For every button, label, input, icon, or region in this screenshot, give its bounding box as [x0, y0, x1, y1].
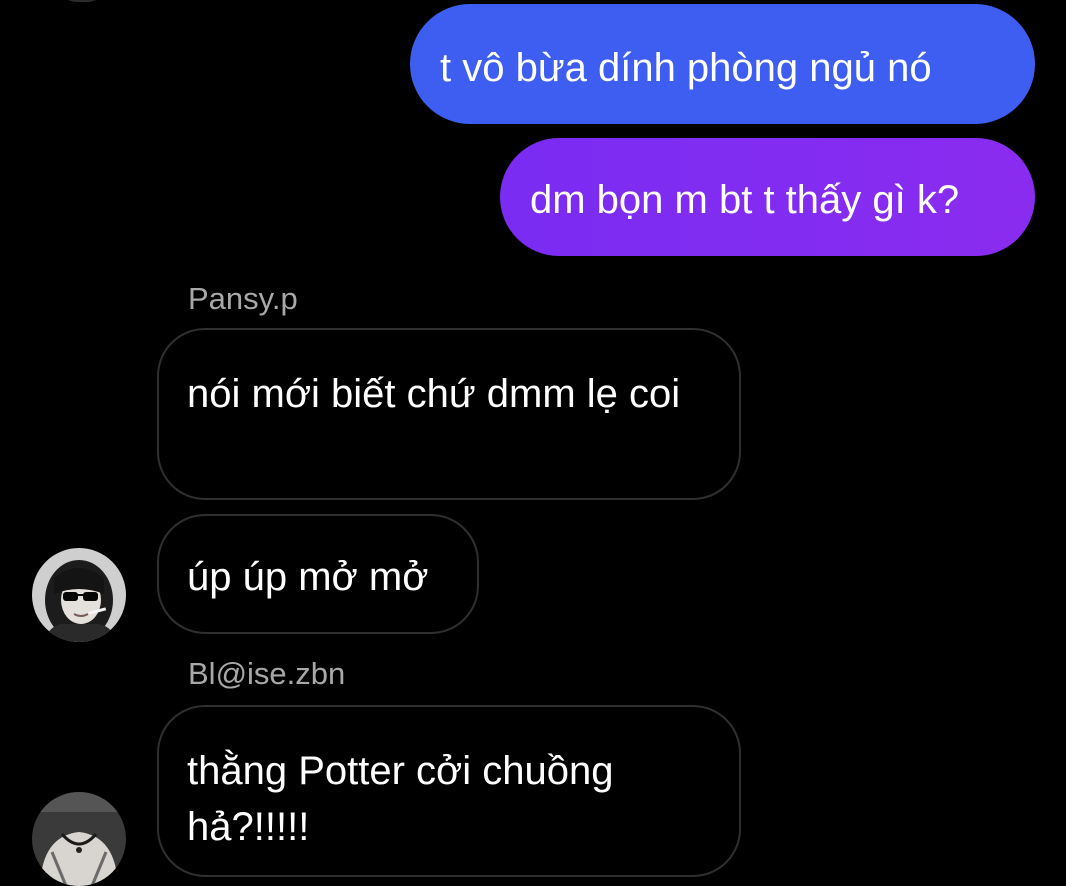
message-text: t vô bừa dính phòng ngủ nó [440, 46, 932, 90]
incoming-message[interactable]: úp úp mở mở [157, 514, 479, 634]
outgoing-message[interactable]: t vô bừa dính phòng ngủ nó [410, 4, 1035, 124]
top-avatar-remnant [60, 0, 104, 2]
message-text: dm bọn m bt t thấy gì k? [530, 178, 960, 222]
message-text: thằng Potter cởi chuồng hả?!!!!! [187, 749, 614, 849]
message-text: nói mới biết chứ dmm lẹ coi [187, 372, 681, 416]
message-text: úp úp mở mở [187, 555, 429, 599]
person-with-necklace-avatar[interactable] [32, 792, 126, 886]
sender-name: Pansy.p [188, 281, 298, 316]
person-with-sunglasses-avatar[interactable] [32, 548, 126, 642]
incoming-message[interactable]: nói mới biết chứ dmm lẹ coi [157, 328, 741, 500]
outgoing-message[interactable]: dm bọn m bt t thấy gì k? [500, 138, 1035, 256]
sender-name: Bl@ise.zbn [188, 656, 346, 691]
incoming-message[interactable]: thằng Potter cởi chuồng hả?!!!!! [157, 705, 741, 877]
